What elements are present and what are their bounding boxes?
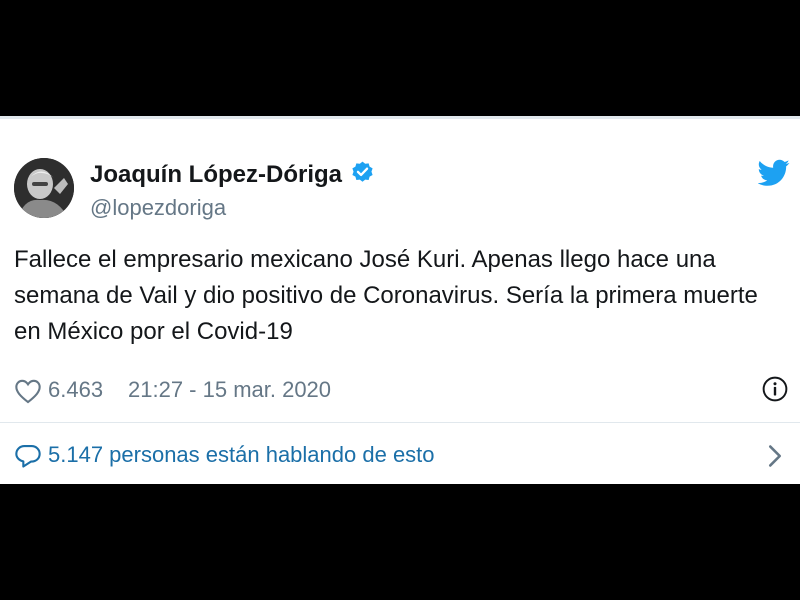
tweet-text: Fallece el empresario mexicano José Kuri… (14, 246, 758, 345)
conversation-count[interactable]: 5.147 personas están hablando de esto (48, 441, 435, 469)
tweet-meta: 6.463 21:27 - 15 mar. 2020 (14, 376, 788, 406)
user-handle[interactable]: @lopezdoriga (90, 195, 226, 221)
display-name[interactable]: Joaquín López-Dóriga (90, 160, 375, 189)
divider (0, 422, 800, 423)
avatar-photo (14, 158, 74, 218)
heart-icon[interactable] (14, 378, 42, 404)
display-name-text[interactable]: Joaquín López-Dóriga (90, 161, 342, 188)
speech-bubble-icon (15, 445, 41, 468)
top-letterbox (0, 0, 800, 116)
bottom-letterbox (0, 484, 800, 600)
like-count[interactable]: 6.463 (48, 376, 103, 404)
twitter-bird-icon[interactable] (758, 159, 790, 187)
tweet-card[interactable]: Joaquín López-Dóriga @lopezdoriga Fallec… (0, 116, 800, 484)
conversation-link[interactable]: 5.147 personas están hablando de esto (14, 441, 788, 471)
timestamp[interactable]: 21:27 - 15 mar. 2020 (128, 376, 331, 404)
verified-badge-icon (352, 161, 373, 182)
avatar[interactable] (14, 158, 74, 218)
chevron-right-icon[interactable] (766, 443, 784, 469)
info-icon[interactable] (762, 376, 788, 402)
